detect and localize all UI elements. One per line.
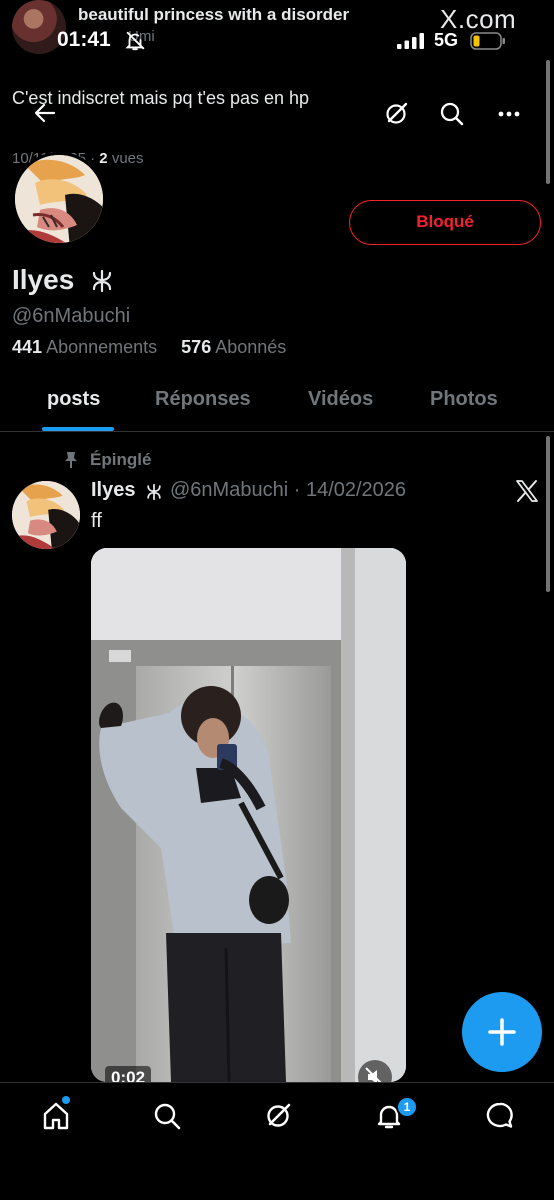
profile-avatar[interactable]: [12, 152, 106, 246]
amazigh-symbol-icon: [147, 484, 161, 500]
followers-label: Abonnés: [215, 337, 287, 357]
battery-icon: [470, 32, 505, 50]
followers-link[interactable]: 576 Abonnés: [181, 337, 286, 357]
compose-button[interactable]: [462, 992, 542, 1072]
timeline-scrollbar[interactable]: [546, 436, 550, 592]
active-tab-indicator: [42, 427, 114, 431]
background-tweet-views-label: vues: [111, 150, 144, 167]
profile-name: Ilyes: [12, 264, 75, 295]
explore-search-icon[interactable]: [151, 1100, 183, 1132]
pinned-label: Épinglé: [90, 450, 152, 469]
post-video[interactable]: [91, 548, 406, 1082]
messages-icon[interactable]: [484, 1100, 516, 1132]
following-link[interactable]: 441 Abonnements: [12, 337, 162, 357]
home-icon[interactable]: [40, 1100, 72, 1132]
more-icon[interactable]: [494, 100, 524, 128]
post-meta: @6nMabuchi · 14/02/2026: [170, 479, 406, 502]
network-type: 5G: [434, 30, 459, 50]
status-time: 01:41: [57, 28, 111, 51]
post-meta-separator: ·: [293, 479, 301, 501]
following-label: Abonnements: [46, 337, 158, 357]
pin-icon: [65, 452, 77, 468]
tab-posts[interactable]: posts: [47, 388, 100, 411]
grok-icon[interactable]: [382, 100, 410, 128]
blocked-button[interactable]: Bloqué: [349, 200, 541, 245]
back-arrow-icon[interactable]: [32, 100, 58, 126]
following-count: 441: [12, 337, 43, 357]
followers-count: 576: [181, 337, 212, 357]
post-author-name[interactable]: Ilyes: [91, 479, 135, 502]
profile-scrollbar[interactable]: [546, 60, 550, 184]
plus-icon: [488, 1018, 516, 1046]
tab-videos[interactable]: Vidéos: [308, 388, 373, 411]
home-unread-dot: [62, 1096, 70, 1104]
x-logo-icon: [516, 480, 538, 502]
post-avatar-artwork: [12, 481, 80, 549]
profile-handle: @6nMabuchi: [12, 305, 131, 327]
background-tweet-author: beautiful princess with a disorder: [78, 5, 350, 24]
signal-icon: [397, 33, 424, 49]
search-icon[interactable]: [438, 100, 466, 128]
profile-stats: 441 Abonnements 576 Abonnés: [12, 337, 286, 358]
notifications-badge: 1: [396, 1096, 418, 1118]
tab-replies[interactable]: Réponses: [155, 388, 251, 411]
profile-tabs: posts Réponses Vidéos Photos: [0, 372, 554, 432]
post-date[interactable]: 14/02/2026: [306, 479, 406, 501]
post-text: ff: [91, 510, 102, 532]
grok-nav-icon[interactable]: [262, 1100, 294, 1132]
bell-off-icon: [125, 31, 145, 51]
tab-photos[interactable]: Photos: [430, 388, 498, 411]
post-author-handle[interactable]: @6nMabuchi: [170, 479, 288, 501]
video-frame: [91, 548, 406, 1082]
background-tweet-views-count: 2: [99, 150, 108, 167]
amazigh-symbol-icon: [92, 270, 112, 292]
post-avatar[interactable]: [12, 481, 80, 549]
avatar-artwork: [15, 155, 103, 243]
